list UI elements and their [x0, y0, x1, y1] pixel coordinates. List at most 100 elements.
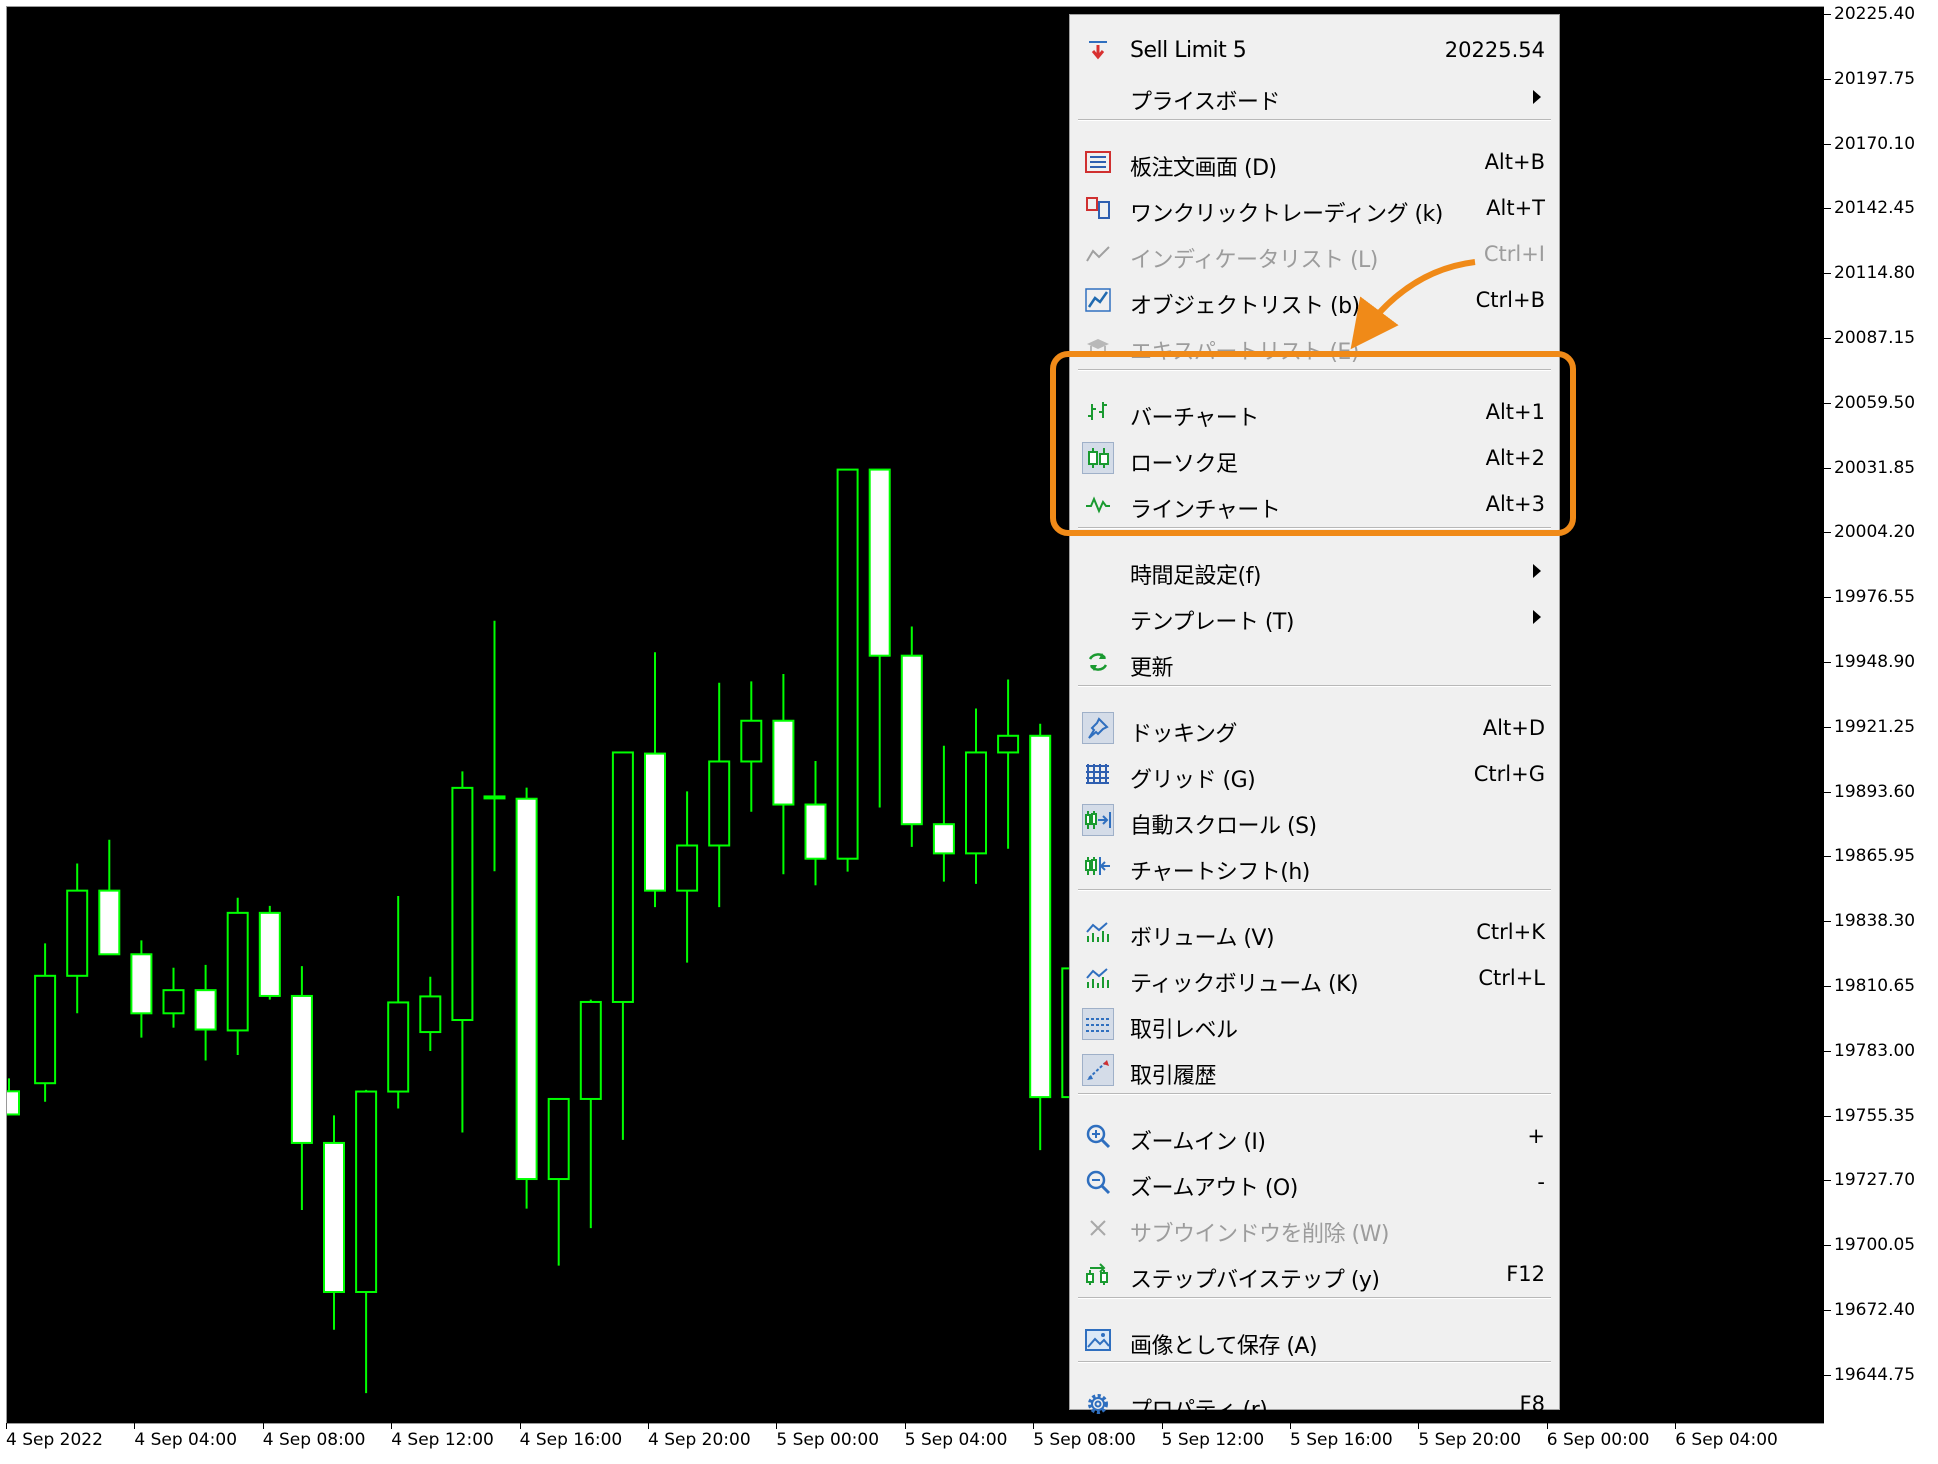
price-label: 19810.65 [1834, 976, 1916, 996]
menu-item-grid[interactable]: グリッド (G) Ctrl+G [1070, 753, 1559, 797]
candle-body [547, 1097, 570, 1181]
candle [772, 673, 795, 875]
price-label: 20087.15 [1834, 328, 1916, 348]
menu-item-label: 時間足設定(f) [1130, 564, 1261, 589]
menu-item-order-board[interactable]: 板注文画面 (D) Alt+B [1070, 141, 1559, 185]
menu-item-shortcut: - [1537, 1170, 1545, 1194]
menu-separator [1078, 1093, 1551, 1095]
menu-item-price-board[interactable]: プライスボード [1070, 75, 1559, 119]
menu-item-tick-volume[interactable]: ティックボリューム (K) Ctrl+L [1070, 957, 1559, 1001]
line-chart-icon [1082, 488, 1114, 520]
grid-icon [1082, 758, 1114, 790]
menu-item-candlestick[interactable]: ローソク足 Alt+2 [1070, 437, 1559, 481]
time-label: 6 Sep 04:00 [1675, 1430, 1778, 1450]
menu-separator [1078, 119, 1551, 121]
price-tick [1824, 402, 1831, 404]
menu-item-label: 更新 [1130, 656, 1174, 681]
menu-item-trade-history[interactable]: 取引履歴 [1070, 1049, 1559, 1093]
candle [804, 761, 827, 886]
one-click-icon [1082, 192, 1114, 224]
candlestick-icon [1082, 442, 1114, 474]
menu-item-label: 画像として保存 (A) [1130, 1334, 1318, 1359]
menu-item-label: ローソク足 [1130, 452, 1238, 477]
menu-item-bar-chart[interactable]: バーチャート Alt+1 [1070, 391, 1559, 435]
menu-item-label: 板注文画面 (D) [1130, 156, 1277, 181]
candle-body [419, 995, 442, 1034]
price-label: 19976.55 [1834, 587, 1916, 608]
price-label: 20142.45 [1834, 198, 1916, 219]
candle [740, 681, 763, 812]
candle [836, 468, 859, 872]
menu-item-sell-limit[interactable]: Sell Limit 5 20225.54 [1070, 29, 1559, 73]
menu-item-zoom-in[interactable]: ズームイン (I) + [1070, 1115, 1559, 1159]
menu-item-step-by-step[interactable]: ステップバイステップ (y) F12 [1070, 1253, 1559, 1297]
menu-item-line-chart[interactable]: ラインチャート Alt+3 [1070, 483, 1559, 527]
price-tick [1824, 208, 1831, 210]
candle [1029, 723, 1052, 1151]
candle [611, 751, 634, 1140]
candle [162, 967, 185, 1028]
menu-item-trade-levels[interactable]: 取引レベル [1070, 1003, 1559, 1047]
time-tick [391, 1423, 393, 1429]
expert-cap-icon [1082, 330, 1114, 362]
candle [579, 999, 602, 1229]
candle-body [772, 719, 795, 806]
menu-item-chart-shift[interactable]: チャートシフト(h) [1070, 845, 1559, 889]
candle-body [804, 803, 827, 860]
candle [547, 1097, 570, 1266]
menu-item-shortcut: F8 [1519, 1392, 1545, 1416]
menu-item-label: ズームアウト (O) [1130, 1176, 1298, 1201]
menu-item-label: ボリューム (V) [1130, 926, 1275, 951]
candle-body [290, 994, 313, 1144]
menu-item-label: テンプレート (T) [1130, 610, 1294, 635]
candle [644, 652, 666, 908]
menu-separator [1078, 369, 1551, 371]
candle-body [868, 468, 891, 657]
price-label: 20197.75 [1834, 68, 1916, 89]
menu-item-delete-subwindow[interactable]: サブウインドウを削除 (W) [1070, 1207, 1559, 1251]
menu-item-volume[interactable]: ボリューム (V) Ctrl+K [1070, 911, 1559, 955]
price-label: 20170.10 [1834, 133, 1916, 154]
menu-item-template[interactable]: テンプレート (T) [1070, 595, 1559, 639]
menu-item-shortcut: Ctrl+I [1483, 242, 1545, 266]
menu-item-docking[interactable]: ドッキング Alt+D [1070, 707, 1559, 751]
menu-item-shortcut: F12 [1506, 1262, 1545, 1286]
auto-scroll-icon [1082, 804, 1114, 836]
menu-item-one-click[interactable]: ワンクリックトレーディング (k) Alt+T [1070, 187, 1559, 231]
menu-item-timeframe[interactable]: 時間足設定(f) [1070, 549, 1559, 593]
menu-item-label: プライスボード [1130, 90, 1280, 115]
candle-body [579, 1000, 602, 1100]
candle-body [162, 989, 185, 1015]
time-label: 4 Sep 12:00 [391, 1430, 494, 1450]
time-label: 5 Sep 20:00 [1418, 1430, 1522, 1450]
menu-item-properties[interactable]: プロパティ (r) F8 [1070, 1383, 1559, 1427]
price-label: 19948.90 [1834, 652, 1916, 672]
submenu-arrow-icon [1533, 564, 1541, 578]
price-label: 19644.75 [1834, 1364, 1916, 1385]
price-label: 20004.20 [1834, 522, 1916, 543]
time-tick [904, 1423, 906, 1429]
gear-icon [1082, 1388, 1114, 1420]
price-label: 19838.30 [1834, 911, 1916, 932]
time-label: 5 Sep 00:00 [776, 1430, 880, 1450]
candle-body [611, 751, 634, 1003]
menu-separator [1078, 1361, 1551, 1363]
menu-item-label: チャートシフト(h) [1130, 860, 1310, 885]
menu-item-label: 取引履歴 [1130, 1064, 1217, 1089]
candle-body [323, 1141, 345, 1293]
menu-separator [1078, 685, 1551, 687]
volume-icon [1082, 916, 1114, 948]
tick-volume-icon [1082, 962, 1114, 994]
app-window: 20225.40 20197.75 20170.10 20142.45 20114.80… [0, 0, 1938, 1464]
menu-item-label: グリッド (G) [1130, 768, 1256, 793]
menu-item-zoom-out[interactable]: ズームアウト (O) - [1070, 1161, 1559, 1205]
candle [290, 966, 313, 1211]
candle [323, 1115, 345, 1330]
candle-body [66, 889, 89, 977]
menu-item-auto-scroll[interactable]: 自動スクロール (S) [1070, 799, 1559, 843]
menu-item-shortcut: + [1527, 1124, 1545, 1148]
candle [676, 791, 699, 963]
menu-item-refresh[interactable]: 更新 [1070, 641, 1559, 685]
menu-item-save-image[interactable]: 画像として保存 (A) [1070, 1319, 1559, 1363]
price-tick [1824, 921, 1831, 923]
